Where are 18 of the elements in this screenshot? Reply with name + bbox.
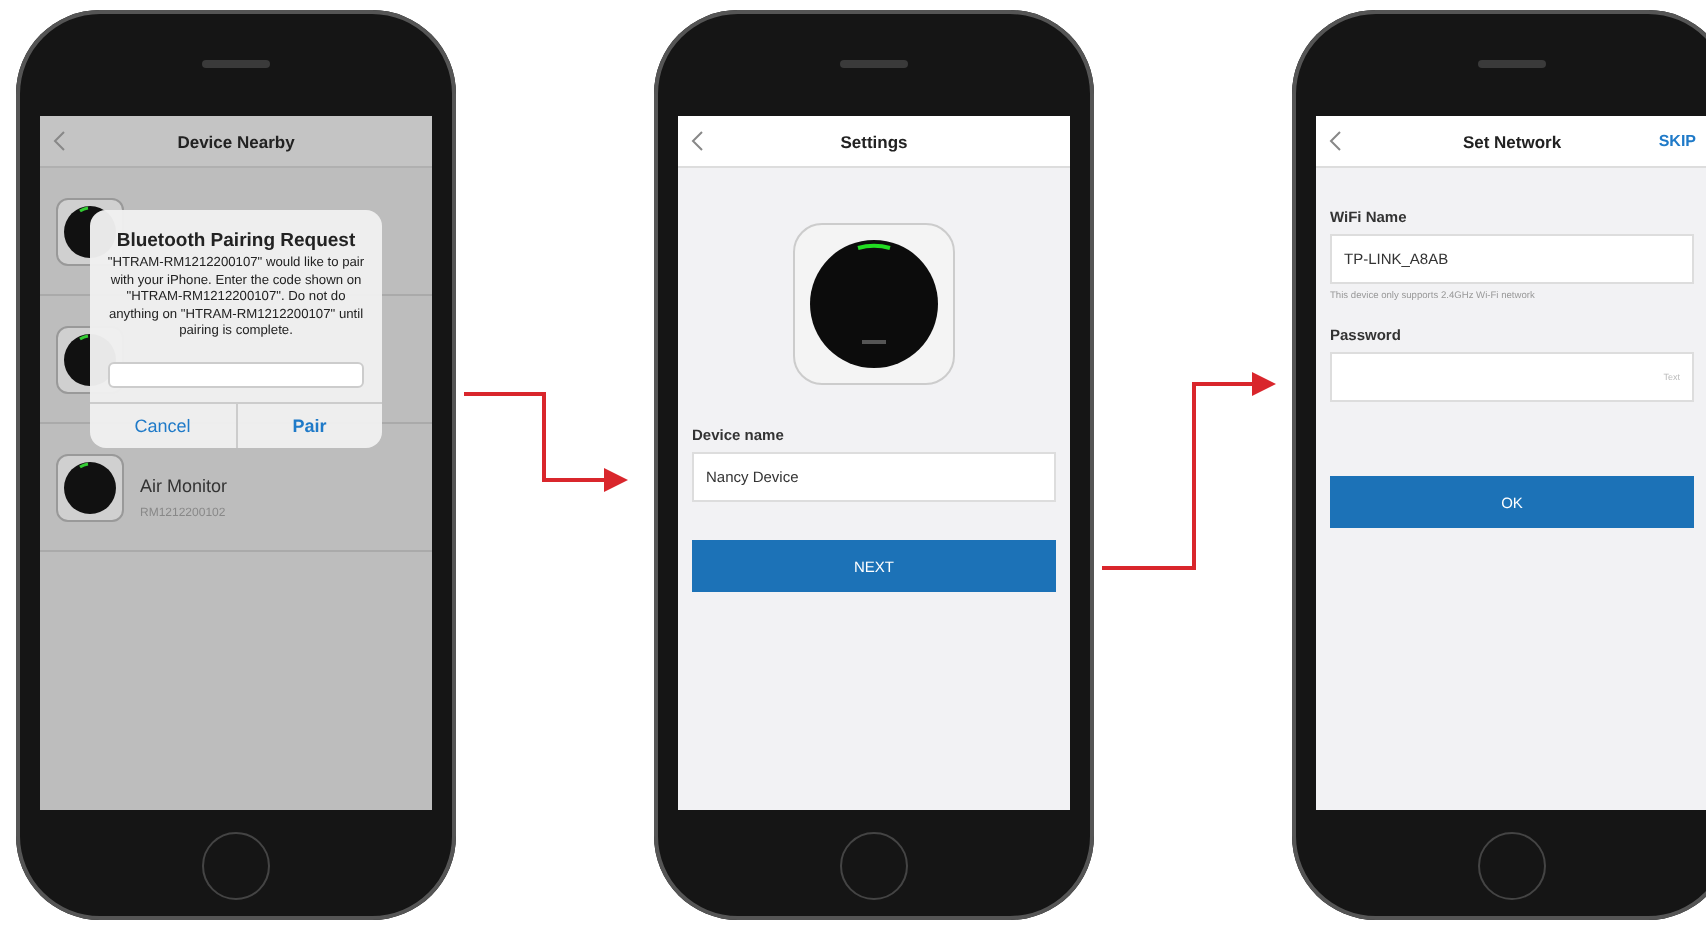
home-button[interactable] xyxy=(1478,831,1546,899)
home-button[interactable] xyxy=(840,831,908,899)
dialog-title: Bluetooth Pairing Request xyxy=(116,230,356,252)
device-thumbnail xyxy=(56,453,124,521)
home-button[interactable] xyxy=(202,831,270,899)
speaker-slot xyxy=(1478,59,1546,67)
screen-title: Device Nearby xyxy=(177,131,295,151)
device-name: Air Monitor xyxy=(140,475,228,495)
speaker-slot xyxy=(840,59,908,67)
screen-title: Settings xyxy=(840,131,908,151)
screen-title: Set Network xyxy=(1462,131,1562,151)
back-icon[interactable] xyxy=(1328,130,1342,152)
back-icon[interactable] xyxy=(690,130,704,152)
code-input-field[interactable] xyxy=(108,361,364,388)
skip-link[interactable]: SKIP xyxy=(1658,132,1696,150)
back-icon[interactable] xyxy=(52,130,66,152)
speaker-slot xyxy=(202,59,270,67)
dialog-button[interactable]: Pair xyxy=(235,403,382,448)
